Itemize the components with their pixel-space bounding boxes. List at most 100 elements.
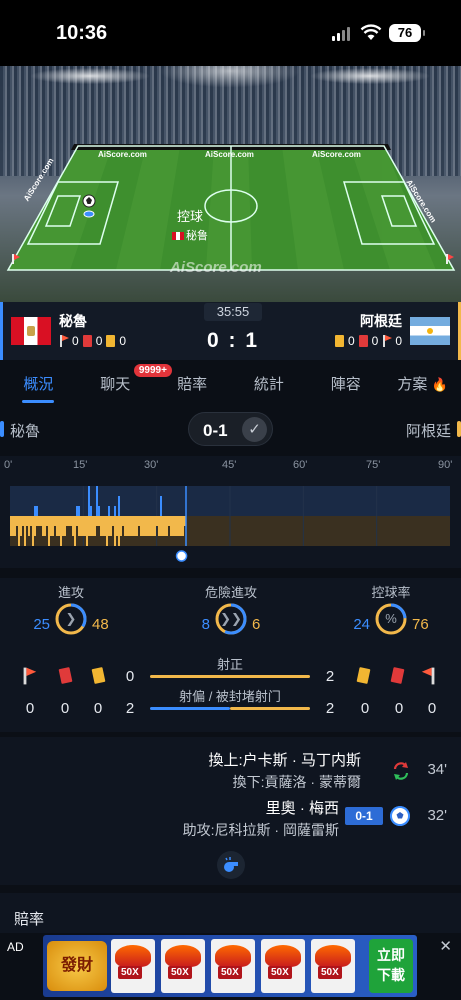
- away-corners-count: 0: [427, 700, 437, 717]
- away-pressure-bar: [86, 516, 88, 546]
- score-pill[interactable]: 0-1 ✓: [188, 412, 273, 446]
- away-pressure-bar: [74, 516, 76, 546]
- home-pressure-bar: [108, 506, 110, 516]
- player-out: 換下:貢薩洛 · 蒙蒂爾: [232, 774, 361, 790]
- ball-marker-icon: [82, 194, 96, 218]
- away-pressure-bar: [54, 516, 56, 526]
- away-pressure-bar: [92, 516, 94, 536]
- ad-creative[interactable]: 發財 50X 50X 50X 50X 50X 立即 下載: [43, 935, 417, 997]
- timeline-tick: 15': [73, 459, 88, 471]
- away-pressure-bar: [128, 516, 130, 536]
- away-pressure-bar: [122, 516, 124, 526]
- ad-banner[interactable]: AD 發財 50X 50X 50X 50X 50X 立即 下載 ✕: [0, 933, 461, 1000]
- away-pressure-bar: [52, 516, 54, 536]
- home-yellow-count: 0: [93, 700, 103, 717]
- attack-home-value: 25: [33, 616, 50, 633]
- possession-indicator: 控球 秘鲁: [150, 206, 230, 243]
- away-pressure-bar: [104, 516, 106, 536]
- away-pressure-bar: [12, 516, 14, 536]
- away-pressure-bar: [138, 516, 140, 526]
- away-pressure-bar: [108, 516, 110, 536]
- tab-stats[interactable]: 統計: [230, 360, 307, 404]
- timeline-ticks: 0' 15' 30' 45' 60' 75' 90': [0, 459, 461, 475]
- slot-card: 50X: [311, 939, 355, 993]
- slot-card: 50X: [111, 939, 155, 993]
- home-red-count: 0: [60, 700, 70, 717]
- away-pressure-bar: [142, 516, 144, 536]
- tab-odds[interactable]: 賠率: [154, 360, 231, 404]
- yellow-card-icon: [334, 335, 344, 347]
- attack-label: 進攻: [57, 585, 84, 600]
- away-pressure-bar: [64, 516, 66, 536]
- away-pressure-bar: [14, 516, 16, 536]
- corner-flag-icon: [382, 335, 392, 347]
- substitution-event[interactable]: 換上:户卡斯 · 马丁内斯 換下:貢薩洛 · 蒙蒂爾: [209, 749, 362, 792]
- shots-off-home-bar: [150, 707, 230, 710]
- away-pressure-bar: [98, 516, 100, 526]
- away-pressure-bar: [44, 516, 46, 536]
- home-pressure-bar: [160, 496, 162, 516]
- away-pressure-bar: [182, 516, 184, 536]
- score-pill-value: 0-1: [203, 421, 228, 440]
- home-pressure-bar: [90, 506, 92, 516]
- goal-event[interactable]: 里奧 · 梅西 助攻:尼科拉斯 · 岡薩雷斯: [183, 797, 339, 840]
- match-events: 換上:户卡斯 · 马丁内斯 換下:貢薩洛 · 蒙蒂爾 34' 里奧 · 梅西 助…: [0, 737, 461, 885]
- away-pressure-bar: [22, 516, 24, 526]
- away-pressure-bar: [42, 516, 44, 536]
- yellow-card-icon: [356, 667, 371, 684]
- match-statistics: 進攻 25 ❯ 48 危險進攻 8 ❯❯ 6 控球率 24 % 76 0 射正 …: [0, 578, 461, 732]
- away-pressure-bar: [132, 516, 134, 536]
- ad-close-button[interactable]: ✕: [439, 937, 452, 955]
- goal-marker-icon: [175, 550, 188, 562]
- away-pressure-bar: [38, 516, 40, 526]
- attack-momentum-timeline: 0' 15' 30' 45' 60' 75' 90': [0, 456, 461, 568]
- away-team-name[interactable]: 阿根廷: [360, 311, 402, 331]
- shots-off-label: 射偏 / 被封堵射门: [179, 689, 281, 704]
- away-pressure-bar: [24, 516, 26, 546]
- away-pressure-bar: [134, 516, 136, 536]
- timeline-tick: 90': [438, 459, 453, 471]
- home-pressure-bar: [76, 506, 78, 516]
- shots-on-target-away: 2: [325, 668, 335, 685]
- timeline-tick: 45': [222, 459, 237, 471]
- away-pressure-bar: [180, 516, 182, 536]
- home-match-stats: 0 0 0: [59, 334, 126, 348]
- home-corners-count: 0: [25, 700, 35, 717]
- ad-download-button[interactable]: 立即 下載: [369, 939, 413, 993]
- away-pressure-bar: [30, 516, 32, 526]
- odds-section: 賠率: [0, 893, 461, 933]
- away-team-label: 阿根廷: [405, 423, 451, 440]
- shots-on-target-home: 0: [125, 668, 135, 685]
- substitution-icon: [393, 762, 409, 780]
- away-pressure-bar: [62, 516, 64, 536]
- home-pressure-bar: [88, 486, 90, 516]
- away-yellow-count: 0: [360, 700, 370, 717]
- home-team-name[interactable]: 秘魯: [59, 311, 87, 331]
- whistle-icon[interactable]: [217, 851, 245, 879]
- away-pressure-bar: [88, 516, 90, 536]
- tab-lineup[interactable]: 陣容: [307, 360, 384, 404]
- fire-icon: 🔥: [431, 377, 448, 392]
- away-pressure-bar: [162, 516, 164, 536]
- goal-score-badge: 0-1: [345, 807, 383, 825]
- event-minute: 32': [427, 807, 447, 824]
- away-red-count: 0: [394, 700, 404, 717]
- shots-off-away-bar: [230, 707, 310, 710]
- away-pressure-bar: [50, 516, 52, 536]
- away-pressure-bar: [70, 516, 72, 526]
- away-pressure-bar: [170, 516, 172, 536]
- tab-chat[interactable]: 聊天 9999+: [77, 360, 172, 404]
- tab-plans[interactable]: 方案 🔥: [384, 360, 461, 404]
- possession-home-value: 24: [353, 616, 370, 633]
- away-pressure-bar: [16, 516, 18, 526]
- tab-overview[interactable]: 概況: [0, 360, 77, 404]
- red-card-icon: [58, 667, 73, 684]
- timeline-tick: 0': [4, 459, 13, 471]
- wifi-icon: [360, 24, 382, 40]
- live-pitch-view: AiScore.com AiScore.com AiScore.com AiSc…: [0, 66, 461, 302]
- possession-away-value: 76: [412, 616, 429, 633]
- away-pressure-bar: [114, 516, 116, 546]
- away-pressure-bar: [144, 516, 146, 536]
- away-pressure-bar: [150, 516, 152, 536]
- away-pressure-bar: [158, 516, 160, 536]
